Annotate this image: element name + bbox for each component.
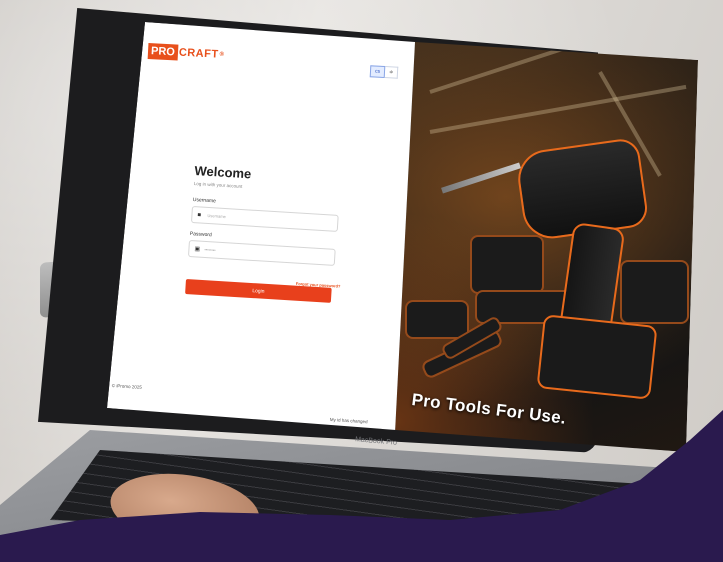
logo-craft: CRAFT <box>178 46 219 61</box>
password-input[interactable] <box>204 246 325 260</box>
drill-battery-icon <box>536 314 658 400</box>
lock-icon: ▣ <box>194 245 201 253</box>
language-cs-button[interactable]: cs <box>369 65 386 79</box>
tool-case <box>470 235 544 294</box>
ceiling-beam <box>429 84 687 134</box>
tool-case <box>620 260 689 324</box>
drill-bit-icon <box>441 162 521 194</box>
logo-mark: ® <box>219 51 225 58</box>
language-menu-button[interactable]: ≑ <box>384 66 399 79</box>
tool-case <box>405 300 469 339</box>
user-icon: ■ <box>197 211 202 219</box>
username-input[interactable] <box>207 212 328 226</box>
language-switcher: cs ≑ <box>369 65 399 79</box>
logo-pro: PRO <box>147 43 179 61</box>
photo-scene: PRO CRAFT ® cs ≑ Welcome Log in with you… <box>0 0 723 562</box>
password-label: Password <box>189 231 212 239</box>
